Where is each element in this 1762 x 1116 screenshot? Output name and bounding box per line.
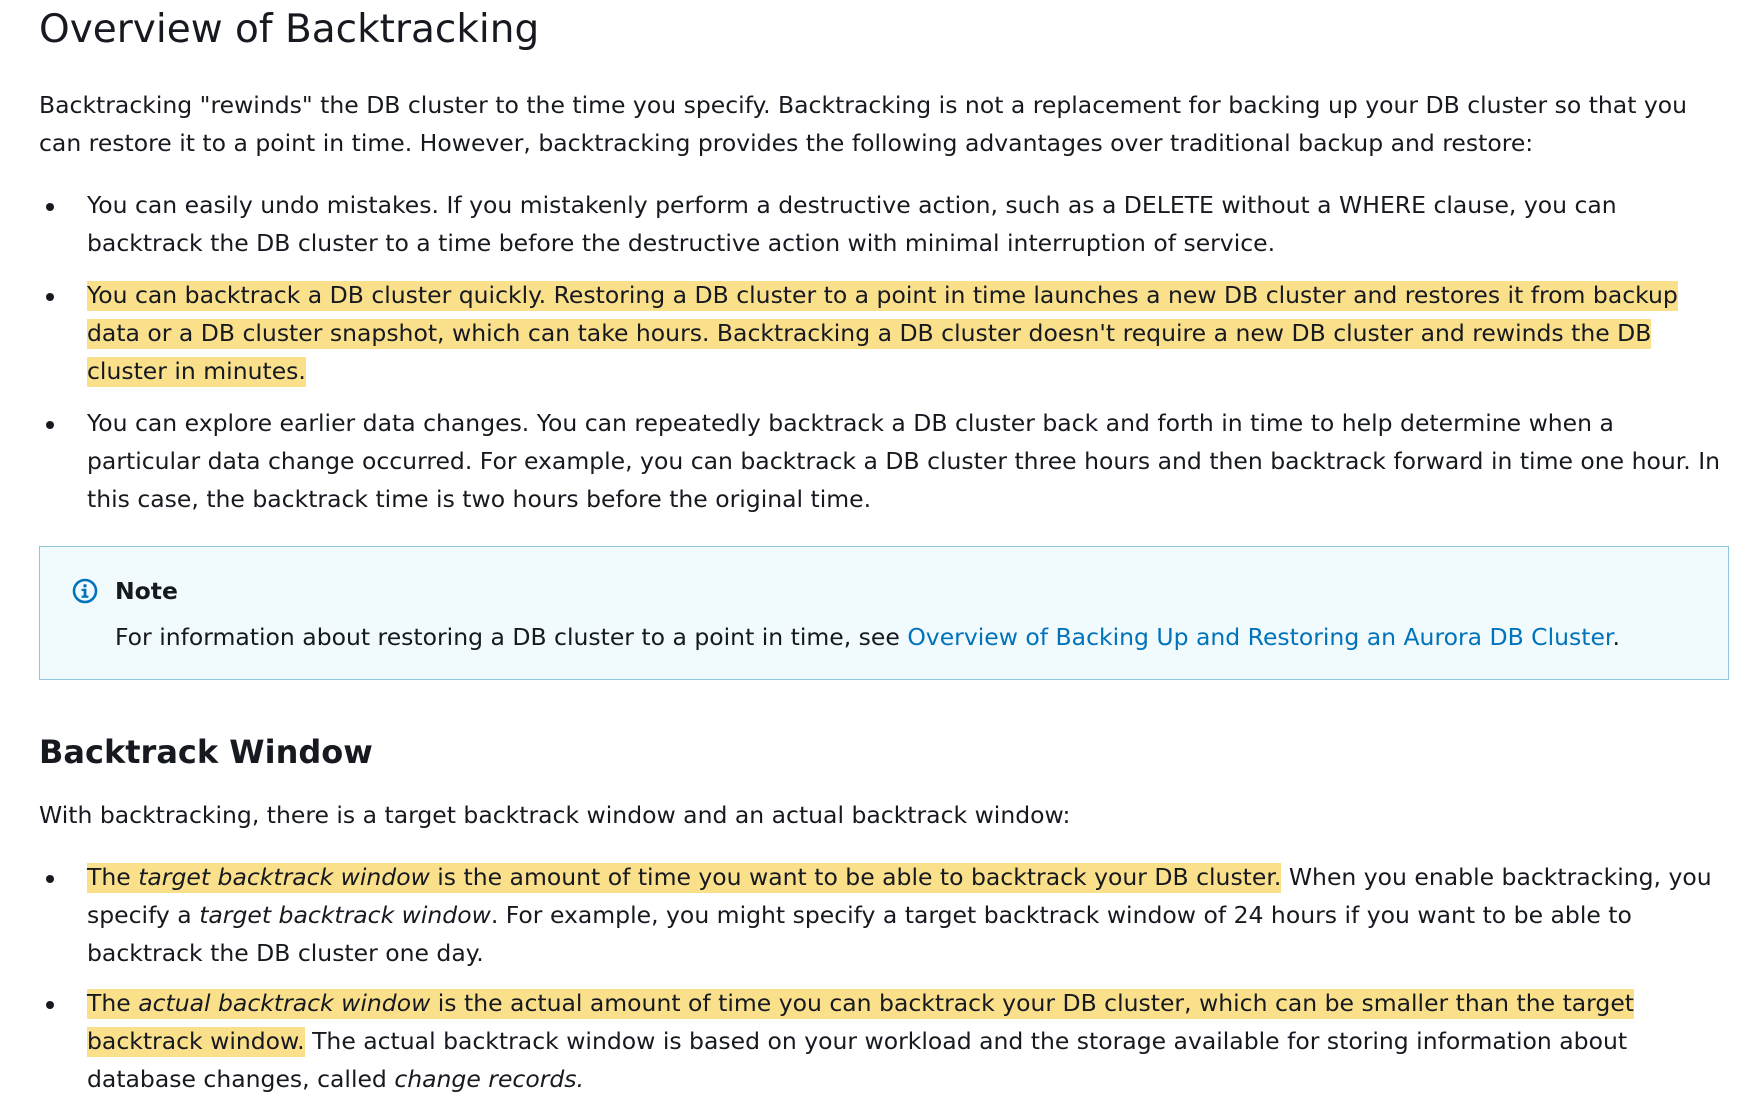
note-body: For information about restoring a DB clu… xyxy=(115,618,1620,656)
highlighted-text: The target backtrack window is the amoun… xyxy=(87,863,1282,893)
page-title: Overview of Backtracking xyxy=(39,7,540,52)
bullet-icon xyxy=(46,421,54,429)
bullet-icon xyxy=(46,293,54,301)
window-list: The target backtrack window is the amoun… xyxy=(39,858,1729,1098)
list-item: You can easily undo mistakes. If you mis… xyxy=(39,186,1729,262)
section-heading: Backtrack Window xyxy=(39,733,373,771)
intro-paragraph: Backtracking "rewinds" the DB cluster to… xyxy=(39,91,1688,157)
note-text-end: . xyxy=(1612,623,1620,651)
list-item: You can explore earlier data changes. Yo… xyxy=(39,404,1729,518)
page: Overview of Backtracking Backtracking "r… xyxy=(0,0,1762,1116)
list-item: You can backtrack a DB cluster quickly. … xyxy=(39,276,1729,390)
bullet-icon xyxy=(46,875,54,883)
note-text: For information about restoring a DB clu… xyxy=(115,623,908,651)
article: Overview of Backtracking Backtracking "r… xyxy=(39,0,1729,1098)
emphasis-text: change records. xyxy=(394,1065,584,1093)
list-item-text: The actual backtrack window is based on … xyxy=(87,1027,1628,1093)
note-title: Note xyxy=(115,577,178,605)
highlighted-text: You can backtrack a DB cluster quickly. … xyxy=(87,281,1678,387)
bullet-icon xyxy=(46,203,54,211)
note-box: Note For information about restoring a D… xyxy=(39,546,1729,680)
info-icon xyxy=(72,578,98,604)
list-item-text: You can easily undo mistakes. If you mis… xyxy=(87,191,1617,257)
note-link[interactable]: Overview of Backing Up and Restoring an … xyxy=(907,623,1612,651)
emphasis-text: target backtrack window xyxy=(199,901,491,929)
bullet-icon xyxy=(46,1001,54,1009)
advantages-list: You can easily undo mistakes. If you mis… xyxy=(39,186,1729,518)
section-intro: With backtracking, there is a target bac… xyxy=(39,801,1071,829)
list-item: The target backtrack window is the amoun… xyxy=(39,858,1729,972)
list-item-text: You can explore earlier data changes. Yo… xyxy=(87,409,1721,513)
list-item: The actual backtrack window is the actua… xyxy=(39,984,1729,1098)
